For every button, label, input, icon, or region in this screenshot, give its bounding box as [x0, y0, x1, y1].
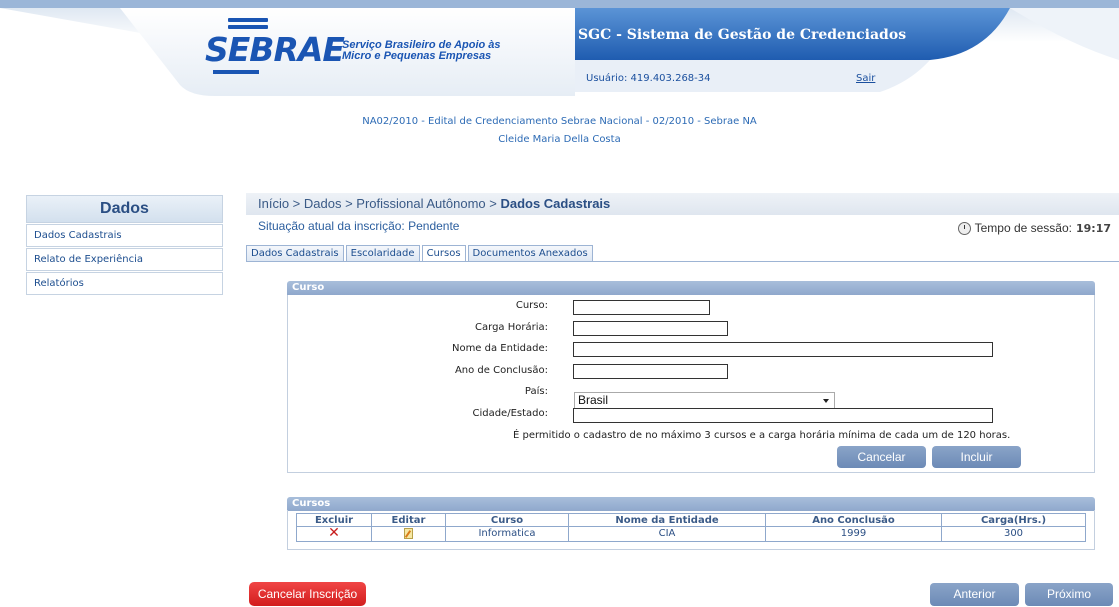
header-banner [0, 0, 1119, 100]
tab-dados-cadastrais[interactable]: Dados Cadastrais [246, 245, 344, 262]
clock-icon [957, 221, 971, 235]
course-rules-note: É permitido o cadastro de no máximo 3 cu… [513, 430, 1011, 441]
sebrae-logo: SEBRAE [205, 30, 345, 69]
carga-horaria-label: Carga Horária: [475, 322, 548, 333]
col-ano-conclusao: Ano Conclusão [765, 513, 942, 527]
user-label: Usuário: 419.403.268-34 [586, 73, 711, 84]
session-time: 19:17 [1075, 221, 1111, 235]
cancel-registration-button[interactable]: Cancelar Inscrição [249, 582, 366, 606]
col-carga: Carga(Hrs.) [941, 513, 1086, 527]
cidade-estado-input[interactable] [573, 408, 993, 423]
edital-title: NA02/2010 - Edital de Credenciamento Seb… [362, 116, 757, 127]
sidebar-item-relatorios[interactable]: Relatórios [26, 272, 223, 295]
logo-tagline: Serviço Brasileiro de Apoio às Micro e P… [342, 40, 501, 62]
courses-table-panel: Excluir Editar Curso Nome da Entidade An… [287, 510, 1095, 550]
curso-label: Curso: [515, 300, 548, 311]
sidebar: Dados Dados Cadastrais Relato de Experiê… [26, 195, 223, 295]
edit-icon[interactable] [404, 527, 413, 539]
ano-conclusao-input[interactable] [573, 364, 728, 379]
tab-documentos-anexados[interactable]: Documentos Anexados [467, 245, 593, 262]
add-course-button[interactable]: Incluir [932, 446, 1021, 468]
registration-status: Situação atual da inscrição: Pendente [258, 219, 460, 233]
delete-icon[interactable]: ✕ [328, 525, 340, 541]
edital-info: NA02/2010 - Edital de Credenciamento Seb… [0, 113, 1119, 149]
next-button[interactable]: Próximo [1025, 583, 1113, 606]
previous-button[interactable]: Anterior [930, 583, 1019, 606]
logout-link[interactable]: Sair [856, 73, 875, 84]
course-form-header: Curso [287, 281, 1095, 295]
cidade-estado-label: Cidade/Estado: [472, 408, 548, 419]
tab-bar: Dados Cadastrais Escolaridade Cursos Doc… [246, 245, 595, 262]
tab-escolaridade[interactable]: Escolaridade [345, 245, 420, 262]
breadcrumb-current: Dados Cadastrais [500, 196, 611, 211]
col-curso: Curso [445, 513, 569, 527]
candidate-name: Cleide Maria Della Costa [498, 134, 621, 145]
col-editar: Editar [371, 513, 446, 527]
breadcrumb: Início > Dados > Profissional Autônomo >… [246, 193, 1119, 215]
header: SEBRAE Serviço Brasileiro de Apoio às Mi… [0, 0, 1119, 100]
table-row: ✕ Informatica CIA 1999 300 [296, 525, 1086, 542]
delete-cell: ✕ [296, 525, 372, 542]
cancel-button[interactable]: Cancelar [837, 446, 926, 468]
curso-input[interactable] [573, 300, 710, 315]
system-title: SGC - Sistema de Gestão de Credenciados [578, 27, 907, 43]
tab-cursos[interactable]: Cursos [421, 245, 466, 262]
workload-cell: 300 [941, 526, 1086, 542]
sidebar-item-relato-experiencia[interactable]: Relato de Experiência [26, 248, 223, 271]
pais-select[interactable]: Brasil [574, 392, 835, 409]
entity-name-cell: CIA [568, 526, 766, 542]
ano-conclusao-label: Ano de Conclusão: [454, 365, 548, 376]
col-nome-entidade: Nome da Entidade [568, 513, 766, 527]
sidebar-title: Dados [26, 195, 223, 223]
nome-entidade-label: Nome da Entidade: [451, 343, 548, 354]
breadcrumb-path: Início > Dados > Profissional Autônomo > [258, 196, 501, 211]
pais-selected-value: Brasil [578, 393, 609, 407]
table-header-row: Excluir Editar Curso Nome da Entidade An… [296, 513, 1086, 527]
course-form: Curso: Carga Horária: Nome da Entidade: … [287, 295, 1095, 473]
courses-table: Excluir Editar Curso Nome da Entidade An… [296, 513, 1086, 542]
logo-tagline-line2: Micro e Pequenas Empresas [342, 50, 492, 62]
tab-divider [246, 261, 1119, 262]
carga-horaria-input[interactable] [573, 321, 728, 336]
session-timer: Tempo de sessão: 19:17 [957, 221, 1111, 235]
sidebar-item-dados-cadastrais[interactable]: Dados Cadastrais [26, 224, 223, 247]
edit-cell [371, 526, 446, 542]
chevron-down-icon [823, 399, 829, 403]
logo-underline [213, 70, 259, 74]
nome-entidade-input[interactable] [573, 342, 993, 357]
pais-label: País: [524, 386, 548, 397]
completion-year-cell: 1999 [765, 526, 942, 542]
course-name-cell: Informatica [445, 526, 569, 542]
session-label: Tempo de sessão: [974, 221, 1072, 235]
courses-table-header: Cursos [287, 497, 1095, 511]
